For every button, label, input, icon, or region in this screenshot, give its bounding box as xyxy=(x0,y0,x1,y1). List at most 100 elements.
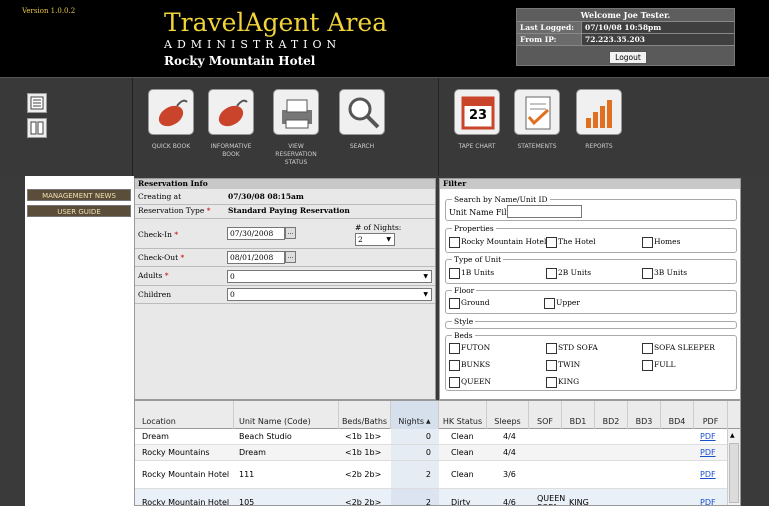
col-pdf[interactable]: PDF xyxy=(694,401,728,429)
col-beds-baths[interactable]: Beds/Baths xyxy=(339,401,391,429)
style-title: Style xyxy=(452,317,476,326)
scroll-thumb[interactable] xyxy=(729,443,739,503)
management-news-button[interactable]: MANAGEMENT NEWS xyxy=(27,189,131,201)
bed-checkbox[interactable]: KING xyxy=(546,376,579,388)
brand-title: TravelAgent Area xyxy=(164,8,388,37)
cell-pdf[interactable]: PDF xyxy=(700,489,716,505)
floor-checkbox[interactable]: Ground xyxy=(449,297,490,309)
bed-label: KING xyxy=(558,377,580,386)
search-button[interactable]: SEARCH xyxy=(338,89,386,151)
checkout-label: Check-Out xyxy=(138,253,179,262)
chevron-down-icon: ▼ xyxy=(386,236,391,243)
col-bd1[interactable]: BD1 xyxy=(562,401,595,429)
col-location[interactable]: Location xyxy=(135,401,234,429)
col-bd3[interactable]: BD3 xyxy=(628,401,661,429)
search-name-group: Search by Name/Unit ID Unit Name Filter: xyxy=(445,195,737,221)
cell-pdf[interactable]: PDF xyxy=(700,461,716,488)
checkin-label: Check-In xyxy=(138,230,172,239)
unit-type-checkbox[interactable]: 3B Units xyxy=(642,267,687,279)
floor-checkbox[interactable]: Upper xyxy=(544,297,580,309)
hotel-name: Rocky Mountain Hotel xyxy=(164,54,316,68)
checkout-calendar-button[interactable]: ... xyxy=(285,251,296,263)
cell-hk-status: Dirty xyxy=(451,498,471,506)
bed-checkbox[interactable]: QUEEN xyxy=(449,376,491,388)
pdf-link[interactable]: PDF xyxy=(700,470,716,479)
scroll-up-icon[interactable]: ▲ xyxy=(730,432,735,439)
last-logged-label: Last Logged: xyxy=(517,22,582,33)
children-select[interactable]: 0 ▼ xyxy=(227,288,432,301)
mouse-icon xyxy=(148,89,194,135)
from-ip-value: 72.223.35.203 xyxy=(582,34,734,45)
nights-label: # of Nights: xyxy=(355,223,402,232)
property-label: Rocky Mountain Hotel xyxy=(461,237,547,246)
col-hk-status[interactable]: HK Status xyxy=(439,401,487,429)
pdf-link[interactable]: PDF xyxy=(700,498,716,505)
checkout-input[interactable]: 08/01/2008 xyxy=(227,251,285,264)
statements-label: STATEMENTS xyxy=(517,143,557,150)
reports-button[interactable]: REPORTS xyxy=(575,89,623,151)
col-bd2[interactable]: BD2 xyxy=(595,401,628,429)
cell-unit-name: 105 xyxy=(239,498,255,506)
required-marker: * xyxy=(206,206,211,215)
tape-chart-button[interactable]: 23 TAPE CHART xyxy=(453,89,501,151)
bed-checkbox[interactable]: SOFA SLEEPER xyxy=(642,342,715,354)
view-reservation-button[interactable]: VIEW RESERVATION STATUS xyxy=(272,89,320,167)
cell-pdf[interactable]: PDF xyxy=(700,445,716,460)
property-checkbox[interactable]: Homes xyxy=(642,236,680,248)
informative-book-button[interactable]: INFORMATIVE BOOK xyxy=(207,89,255,159)
book-icon[interactable] xyxy=(27,118,47,138)
nights-select[interactable]: 2 ▼ xyxy=(355,233,395,246)
toolbar-left-section xyxy=(0,78,133,176)
table-row[interactable]: Dream Beach Studio <1b 1b> 0 Clean 4/4 P… xyxy=(135,429,728,445)
cell-bd1: KING xyxy=(569,498,589,506)
cell-unit-name: Dream xyxy=(239,448,266,457)
quick-book-label: QUICK BOOK xyxy=(151,143,191,150)
col-unit-name[interactable]: Unit Name (Code) xyxy=(234,401,339,429)
informative-book-label: INFORMATIVE BOOK xyxy=(210,143,252,158)
pdf-link[interactable]: PDF xyxy=(700,432,716,441)
col-sleeps[interactable]: Sleeps xyxy=(487,401,529,429)
property-checkbox[interactable]: The Hotel xyxy=(546,236,596,248)
style-group: Style xyxy=(445,317,737,329)
col-bd4[interactable]: BD4 xyxy=(661,401,694,429)
unit-type-checkbox[interactable]: 1B Units xyxy=(449,267,494,279)
grid-scrollbar[interactable]: ▲ xyxy=(727,429,740,505)
user-guide-button[interactable]: USER GUIDE xyxy=(27,205,131,217)
adults-select[interactable]: 0 ▼ xyxy=(227,270,432,283)
col-nights[interactable]: Nights ▲ xyxy=(391,401,439,429)
adults-select-value: 0 xyxy=(230,272,235,281)
pdf-link[interactable]: PDF xyxy=(700,448,716,457)
unit-name-filter-input[interactable] xyxy=(507,205,582,218)
bed-checkbox[interactable]: FULL xyxy=(642,359,676,371)
search-label: SEARCH xyxy=(349,143,375,150)
bed-checkbox[interactable]: FUTON xyxy=(449,342,490,354)
cell-pdf[interactable]: PDF xyxy=(700,429,716,444)
bed-checkbox[interactable]: TWIN xyxy=(546,359,580,371)
children-label: Children xyxy=(138,290,172,299)
col-sof[interactable]: SOF xyxy=(529,401,562,429)
cell-hk-status: Clean xyxy=(451,448,474,457)
toolbar-reports-section: 23 TAPE CHART STATEMENTS REPORTS xyxy=(439,78,769,176)
bed-checkbox[interactable]: STD SOFA xyxy=(546,342,598,354)
quick-book-button[interactable]: QUICK BOOK xyxy=(147,89,195,151)
table-row[interactable]: Rocky Mountain Hotel 111 <2b 2b> 2 Clean… xyxy=(135,461,728,489)
creating-at-value: 07/30/08 08:15am xyxy=(228,192,304,201)
left-nav: MANAGEMENT NEWS USER GUIDE xyxy=(25,176,134,506)
property-checkbox[interactable]: Rocky Mountain Hotel xyxy=(449,236,546,248)
table-row[interactable]: Rocky Mountain Hotel 105 <2b 2b> 2 Dirty… xyxy=(135,489,728,506)
checkin-input[interactable]: 07/30/2008 xyxy=(227,227,285,240)
chevron-down-icon: ▼ xyxy=(423,273,428,280)
bed-label: STD SOFA xyxy=(558,343,598,352)
logout-button[interactable]: Logout xyxy=(609,51,647,64)
welcome-text: Welcome Joe Tester. xyxy=(517,9,734,22)
calendar-day: 23 xyxy=(468,108,488,123)
checkin-calendar-button[interactable]: ... xyxy=(285,227,296,239)
statements-button[interactable]: STATEMENTS xyxy=(513,89,561,151)
table-row[interactable]: Rocky Mountains Dream <1b 1b> 0 Clean 4/… xyxy=(135,445,728,461)
newspaper-icon[interactable] xyxy=(27,93,47,113)
unit-type-checkbox[interactable]: 2B Units xyxy=(546,267,591,279)
floor-title: Floor xyxy=(452,286,477,295)
bed-checkbox[interactable]: BUNKS xyxy=(449,359,490,371)
cell-sleeps: 3/6 xyxy=(503,470,516,479)
cell-beds-baths: <1b 1b> xyxy=(345,432,382,441)
